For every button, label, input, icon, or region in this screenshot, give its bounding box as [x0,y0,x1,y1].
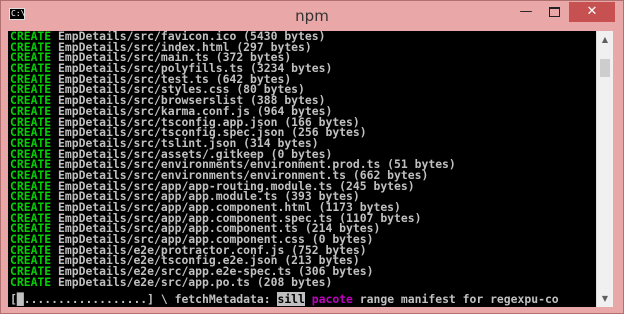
log-level-badge: sill [277,292,305,306]
close-icon: ✕ [586,4,598,19]
console-output[interactable]: CREATE EmpDetails/src/favicon.ico (5430 … [8,31,596,307]
close-button[interactable]: ✕ [569,2,615,22]
console-line: CREATE EmpDetails/e2e/src/app.po.ts (208… [10,274,456,289]
console-lines: CREATE EmpDetails/src/favicon.ico (5430 … [10,31,456,288]
log-source: pacote [304,292,353,306]
file-path-text: EmpDetails/e2e/src/app.po.ts (208 bytes) [51,274,333,289]
scroll-thumb[interactable] [600,59,610,77]
progress-bracket: [ [10,292,17,306]
minimize-icon: — [519,4,533,19]
create-keyword: CREATE [10,274,52,289]
maximize-button[interactable] [541,2,567,22]
vertical-scrollbar[interactable]: ▲ ▼ [596,31,613,307]
minimize-button[interactable]: — [513,2,539,22]
console-window: C:\ npm — ✕ CREATE EmpDetails/src/favico… [0,0,624,314]
scroll-down-arrow-icon[interactable]: ▼ [597,290,613,307]
maximize-icon [548,6,560,17]
scroll-up-arrow-icon[interactable]: ▲ [597,31,613,48]
progress-cursor: █ [16,292,24,306]
log-message: range manifest for regexpu-co [352,292,559,306]
progress-text: ..................] \ fetchMetadata: [23,292,278,306]
title-bar[interactable]: C:\ npm — ✕ [1,1,623,31]
npm-progress-line: [█..................] \ fetchMetadata: s… [10,292,559,306]
